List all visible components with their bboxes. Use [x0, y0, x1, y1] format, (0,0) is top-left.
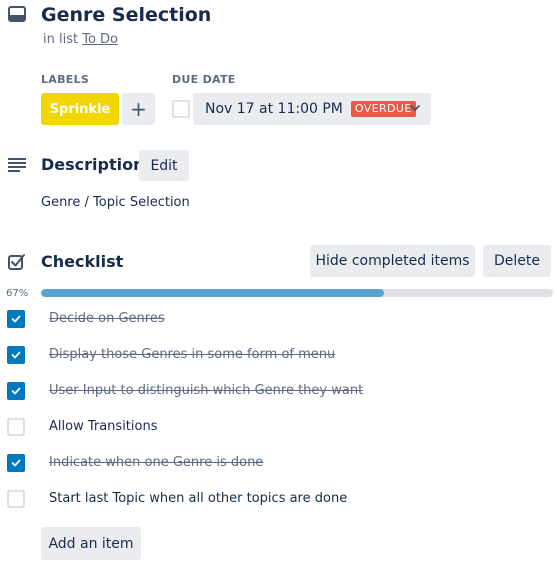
checklist-item-text[interactable]: User Input to distinguish which Genre th… — [49, 382, 363, 400]
checklist-item-checkbox[interactable] — [7, 454, 25, 472]
in-list-prefix: in list — [43, 32, 79, 47]
checklist-item-checkbox[interactable] — [7, 310, 25, 328]
checkmark-icon — [11, 458, 21, 468]
checklist-item-text[interactable]: Display those Genres in some form of men… — [49, 346, 335, 364]
add-item-button[interactable]: Add an item — [41, 527, 141, 560]
overdue-badge: OVERDUE — [350, 101, 416, 117]
delete-checklist-button[interactable]: Delete — [483, 245, 551, 277]
edit-description-button[interactable]: Edit — [139, 150, 189, 181]
checkmark-icon — [11, 314, 21, 324]
label-sprinkle[interactable]: Sprinkle — [41, 93, 119, 125]
checklist-item-checkbox[interactable] — [7, 418, 25, 436]
description-heading: Description — [41, 155, 145, 174]
checklist-item-text[interactable]: Indicate when one Genre is done — [49, 454, 263, 472]
description-text[interactable]: Genre / Topic Selection — [41, 195, 190, 210]
card-title[interactable]: Genre Selection — [41, 2, 211, 28]
checklist-icon — [8, 253, 26, 271]
progress-percentage: 67% — [6, 288, 29, 299]
due-date-value: Nov 17 at 11:00 PM — [205, 101, 343, 117]
checklist-item-text[interactable]: Decide on Genres — [49, 310, 165, 328]
checklist-item-checkbox[interactable] — [7, 490, 25, 508]
checklist-item-text[interactable]: Start last Topic when all other topics a… — [49, 490, 347, 508]
due-date-complete-checkbox[interactable] — [172, 100, 190, 118]
checkmark-icon — [11, 386, 21, 396]
chevron-down-icon — [409, 102, 421, 114]
checklist-item-checkbox[interactable] — [7, 382, 25, 400]
list-link[interactable]: To Do — [82, 32, 118, 47]
card-icon — [8, 6, 26, 22]
labels-heading: LABELS — [41, 73, 90, 86]
checklist-item-text[interactable]: Allow Transitions — [49, 418, 157, 436]
checklist-item-checkbox[interactable] — [7, 346, 25, 364]
checkmark-icon — [11, 350, 21, 360]
checklist-heading[interactable]: Checklist — [41, 252, 123, 271]
list-breadcrumb: in list To Do — [43, 32, 118, 47]
progress-bar — [41, 289, 553, 297]
progress-bar-fill — [41, 289, 385, 297]
add-label-button[interactable]: + — [122, 93, 155, 125]
due-date-button[interactable]: Nov 17 at 11:00 PM OVERDUE — [193, 93, 431, 125]
due-date-heading: DUE DATE — [172, 73, 236, 86]
plus-icon: + — [130, 97, 147, 121]
hide-completed-items-button[interactable]: Hide completed items — [310, 245, 475, 277]
description-lines-icon — [8, 158, 26, 172]
